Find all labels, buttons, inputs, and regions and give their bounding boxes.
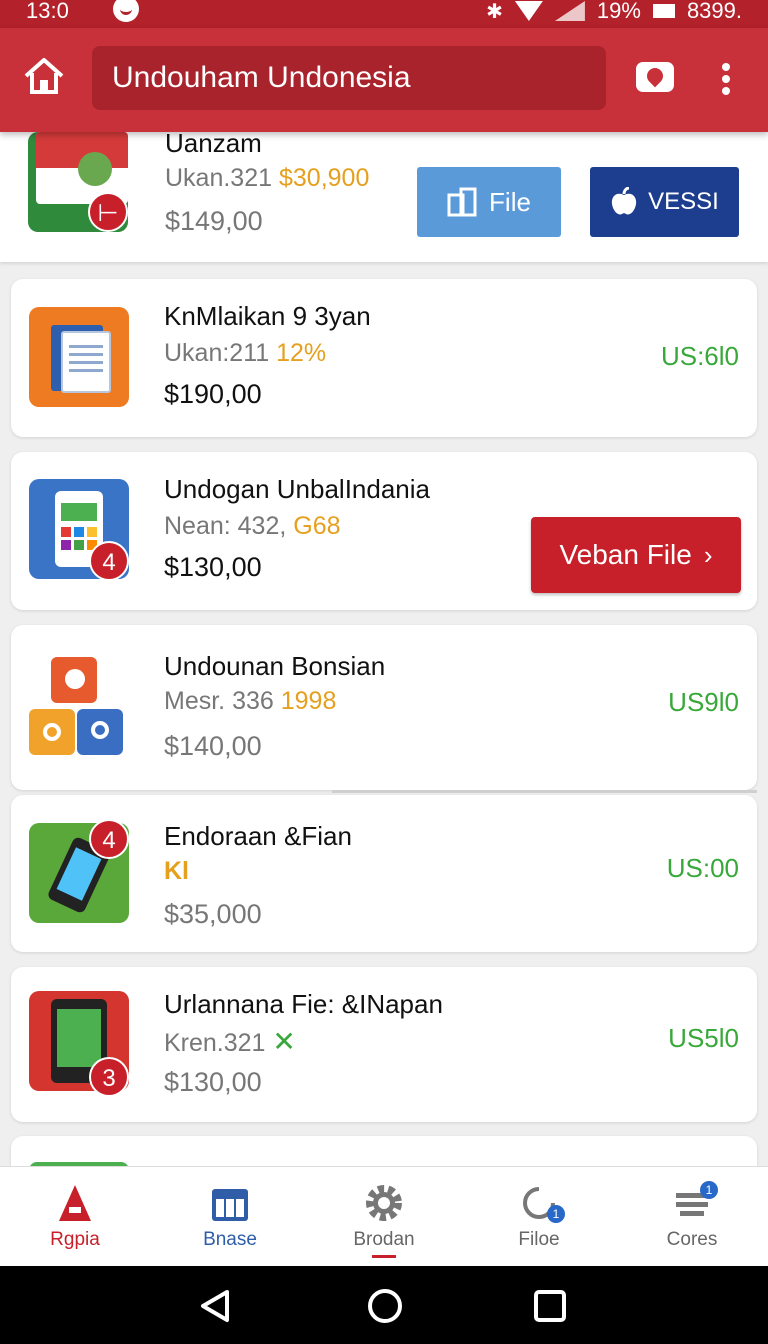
item-meta: Ukan:211 12% (164, 339, 327, 367)
home-icon[interactable] (22, 54, 66, 98)
item-meta: Kren.321 ✕ (164, 1026, 296, 1057)
item-usd: US:00 (666, 853, 739, 883)
veban-file-button[interactable]: Veban File › (531, 517, 741, 593)
more-options-icon[interactable] (714, 60, 738, 100)
nav-item-brodan[interactable]: Brodan (324, 1167, 444, 1267)
item-price: $190,00 (164, 379, 262, 409)
item-meta: Ukan.321 $30,900 (165, 164, 370, 192)
wifi-icon (514, 1, 543, 21)
nav-item-rgpia[interactable]: Rgpia (15, 1167, 135, 1267)
home-circle-icon[interactable] (367, 1288, 403, 1324)
bottom-navigation: Rgpia Bnase Brodan 1 Filoe 1 Cores (0, 1166, 768, 1266)
product-thumbnail: 4 (29, 479, 129, 581)
item-title: Uanzam (165, 128, 262, 158)
item-price: $140,00 (164, 731, 262, 761)
item-badge: 4 (89, 819, 129, 859)
nav-item-filoe[interactable]: 1 Filoe (479, 1167, 599, 1267)
nav-item-cores[interactable]: 1 Cores (632, 1167, 752, 1267)
divider (332, 790, 757, 793)
item-meta: Kl (164, 857, 189, 885)
item-badge: 3 (89, 1057, 129, 1097)
item-price: $130,00 (164, 1067, 262, 1097)
product-thumbnail: ⊢ (28, 132, 128, 232)
item-price: $130,00 (164, 552, 262, 582)
product-thumbnail: 4 (29, 819, 129, 923)
item-title: KnMlaikan 9 3yan (164, 301, 371, 331)
back-icon[interactable] (197, 1288, 233, 1324)
list-item[interactable]: 4 Undogan UnbalIndania Nean: 432, G68 $1… (11, 452, 757, 610)
nav-indicator (372, 1255, 396, 1258)
list-item[interactable]: 3 Urlannana Fie: &INapan Kren.321 ✕ $130… (11, 967, 757, 1122)
item-title: Undogan UnbalIndania (164, 474, 430, 504)
file-button[interactable]: File (417, 167, 561, 237)
recent-apps-icon[interactable] (532, 1288, 568, 1324)
signal-icon (554, 1, 585, 21)
item-badge: ⊢ (88, 192, 128, 232)
item-title: Undounan Bonsian (164, 651, 386, 681)
chevron-right-icon: › (703, 539, 713, 570)
item-title: Urlannana Fie: &INapan (164, 989, 443, 1019)
product-thumbnail (29, 657, 129, 757)
item-usd: US9l0 (668, 687, 739, 717)
location-icon[interactable] (636, 62, 674, 92)
notification-badge: 1 (700, 1181, 718, 1199)
list-item[interactable]: Undounan Bonsian Mesr. 336 1998 $140,00 … (11, 625, 757, 790)
app-bar: Undouham Undonesia (0, 28, 768, 132)
item-usd: US5l0 (668, 1023, 739, 1053)
item-price: $149,00 (165, 206, 263, 236)
store-icon (59, 1185, 91, 1221)
file-icon (447, 187, 477, 217)
battery-percent: 19% (596, 0, 641, 23)
status-extra: 8399. (686, 0, 742, 23)
notification-icon (113, 0, 139, 22)
product-thumbnail (29, 307, 129, 407)
system-navigation-bar (0, 1266, 768, 1344)
search-input[interactable]: Undouham Undonesia (92, 46, 606, 110)
sparkle-icon: ✕ (272, 1026, 296, 1057)
gear-icon (366, 1185, 402, 1221)
vessi-button[interactable]: VESSI (590, 167, 739, 237)
list-item[interactable]: KnMlaikan 9 3yan Ukan:211 12% $190,00 US… (11, 279, 757, 437)
apple-icon (612, 187, 637, 215)
item-badge: 4 (89, 541, 129, 581)
nav-item-bnase[interactable]: Bnase (170, 1167, 290, 1267)
item-meta: Nean: 432, G68 (164, 512, 341, 540)
bluetooth-icon: ✱ (486, 0, 503, 23)
item-price: $35,000 (164, 899, 262, 929)
list-item[interactable]: 4 Endoraan &Fian Kl $35,000 US:00 (11, 795, 757, 952)
status-time: 13:0 (26, 0, 69, 23)
status-bar: 13:0 ✱ 19% 8399. (0, 0, 768, 28)
item-usd: US:6l0 (660, 341, 739, 371)
notification-badge: 1 (547, 1205, 565, 1223)
battery-icon (652, 4, 675, 18)
item-meta: Mesr. 336 1998 (164, 687, 337, 715)
calendar-icon (212, 1189, 248, 1221)
product-thumbnail: 3 (29, 991, 129, 1097)
item-title: Endoraan &Fian (164, 821, 352, 851)
